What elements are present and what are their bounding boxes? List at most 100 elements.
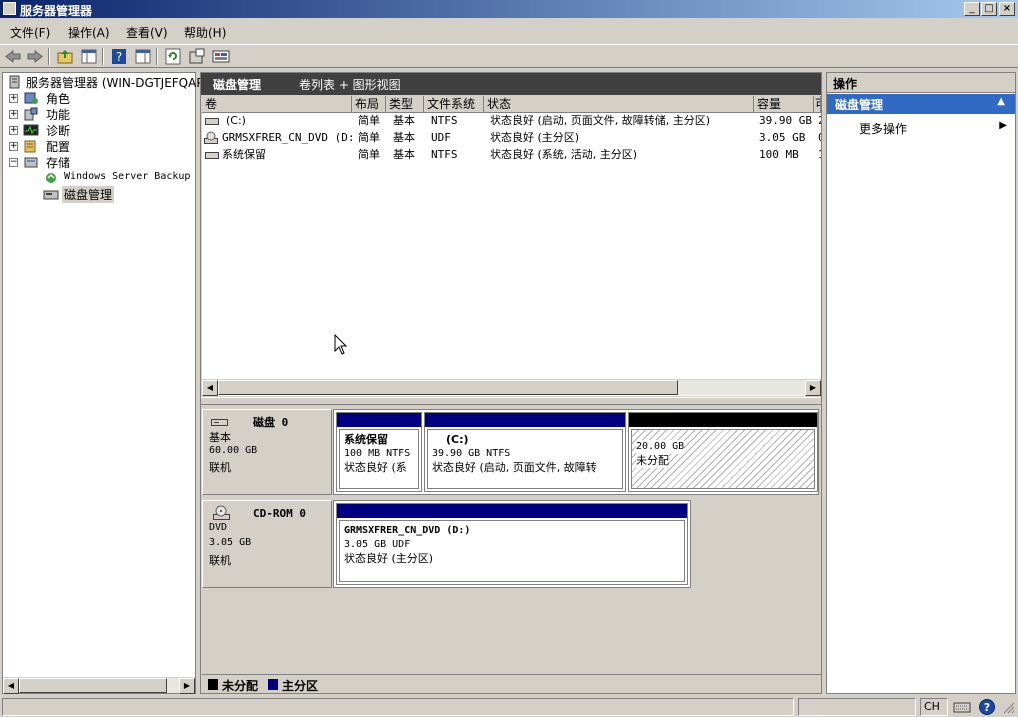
menu-help[interactable]: 帮助(H) (184, 24, 226, 41)
disk-settings-icon[interactable] (212, 48, 230, 65)
forward-arrow-icon[interactable] (26, 48, 44, 65)
primary-partition-swatch (268, 679, 278, 690)
features-icon (24, 107, 38, 121)
menu-file[interactable]: 文件(F) (10, 24, 50, 41)
tree-item-diagnostics[interactable]: + 诊断 (9, 122, 189, 138)
collapse-up-icon[interactable]: ▲ (997, 96, 1005, 107)
server-manager-icon (3, 2, 16, 15)
action-more-actions[interactable]: 更多操作 ▶ (827, 117, 1015, 137)
tree-item-disk-management[interactable]: 磁盘管理 (43, 186, 117, 203)
properties-pane-icon[interactable] (134, 48, 152, 65)
column-header-capacity[interactable]: 容量 (754, 96, 814, 113)
refresh-icon[interactable] (164, 48, 182, 65)
cell-capacity: 39.90 GB (759, 114, 812, 127)
partition-title: 系统保留 (344, 433, 388, 446)
mouse-cursor-icon (334, 334, 348, 355)
pane-header: 磁盘管理 卷列表 + 图形视图 (201, 73, 821, 95)
up-folder-icon[interactable] (56, 48, 74, 65)
disk-0-label[interactable]: 磁盘 0 基本 60.00 GB 联机 (202, 409, 332, 495)
cell-layout: 简单 (358, 148, 380, 161)
tree-item-label: 功能 (46, 108, 71, 122)
tree-item-features[interactable]: + 功能 (9, 106, 189, 122)
legend-primary: 主分区 (282, 679, 319, 693)
table-row[interactable]: 系统保留 简单 基本 NTFS 状态良好 (系统, 活动, 主分区) 100 M… (202, 147, 821, 164)
help-icon[interactable]: ? (110, 48, 128, 65)
server-icon (9, 75, 20, 89)
language-indicator[interactable]: CH (920, 698, 948, 716)
expand-icon[interactable]: + (9, 142, 18, 151)
pane-splitter[interactable] (201, 397, 821, 405)
partition-body: 20.00 GB 未分配 (631, 429, 815, 489)
action-label: 更多操作 (859, 122, 908, 136)
table-row[interactable]: GRMSXFRER_CN_DVD (D:) 简单 基本 UDF 状态良好 (主分… (202, 130, 821, 147)
volume-list-horizontal-scrollbar[interactable]: ◀ ▶ (202, 379, 821, 396)
partition-status: 状态良好 (系 (344, 461, 407, 474)
status-bar: CH ? (0, 697, 1018, 717)
help-icon[interactable]: ? (978, 698, 996, 716)
cell-filesystem: NTFS (431, 148, 458, 161)
cell-filesystem: UDF (431, 131, 451, 144)
cell-free: 1 (818, 147, 821, 163)
column-header-free[interactable]: 可 (814, 96, 821, 113)
tree-item-windows-server-backup[interactable]: Windows Server Backup (43, 170, 193, 186)
cdrom-0-label[interactable]: CD-ROM 0 DVD 3.05 GB 联机 (202, 500, 332, 588)
drive-icon (205, 118, 219, 125)
actions-pane: 操作 磁盘管理 ▲ 更多操作 ▶ (826, 72, 1016, 694)
scroll-thumb[interactable] (19, 678, 167, 693)
disk-size: 3.05 GB (209, 537, 252, 548)
tree-item-label: 磁盘管理 (62, 186, 115, 203)
primary-partition-bar (425, 413, 625, 427)
cell-volume: (C:) (226, 114, 246, 127)
minimize-button[interactable]: _ (964, 2, 980, 16)
cd-drive-icon (204, 131, 218, 144)
maximize-button[interactable]: □ (981, 2, 997, 16)
view-label: 卷列表 + 图形视图 (299, 78, 401, 92)
column-header-volume[interactable]: 卷 (202, 96, 352, 113)
expand-icon[interactable]: + (9, 94, 18, 103)
cell-type: 基本 (393, 148, 415, 161)
menu-action[interactable]: 操作(A) (68, 24, 110, 41)
partition-d[interactable]: GRMSXFRER_CN_DVD (D:) 3.05 GB UDF 状态良好 (… (336, 503, 688, 585)
collapse-icon[interactable]: − (9, 158, 18, 167)
scroll-right-icon[interactable]: ▶ (179, 678, 195, 694)
actions-section[interactable]: 磁盘管理 ▲ (827, 94, 1015, 114)
window-title: 服务器管理器 (20, 4, 93, 18)
console-tree-icon[interactable] (80, 48, 98, 65)
actions-title: 操作 (833, 77, 858, 91)
tree-item-configuration[interactable]: + 配置 (9, 138, 189, 154)
storage-icon (24, 157, 38, 168)
scroll-thumb[interactable] (218, 380, 678, 395)
column-header-filesystem[interactable]: 文件系统 (424, 96, 484, 113)
column-header-status[interactable]: 状态 (484, 96, 754, 113)
partition-size: 100 MB NTFS (344, 448, 411, 459)
scroll-right-icon[interactable]: ▶ (805, 380, 821, 396)
graphical-view: 磁盘 0 基本 60.00 GB 联机 系统保留 100 MB NTFS 状态良… (202, 406, 821, 674)
legend-unallocated: 未分配 (222, 679, 259, 693)
column-header-type[interactable]: 类型 (386, 96, 424, 113)
tree-item-roles[interactable]: + 角色 (9, 90, 189, 106)
tree-horizontal-scrollbar[interactable]: ◀ ▶ (3, 677, 195, 694)
table-row[interactable]: (C:) 简单 基本 NTFS 状态良好 (启动, 页面文件, 故障转储, 主分… (202, 113, 821, 130)
menu-view[interactable]: 查看(V) (126, 24, 168, 41)
expand-icon[interactable]: + (9, 126, 18, 135)
expand-icon[interactable]: + (9, 110, 18, 119)
scroll-left-icon[interactable]: ◀ (202, 380, 218, 396)
back-arrow-icon[interactable] (4, 48, 22, 65)
submenu-arrow-icon: ▶ (999, 120, 1007, 131)
tree-item-storage[interactable]: − 存储 (9, 154, 189, 170)
close-button[interactable]: × (999, 2, 1015, 16)
partition-c[interactable]: (C:) 39.90 GB NTFS 状态良好 (启动, 页面文件, 故障转 (424, 412, 626, 492)
unallocated-swatch (208, 679, 218, 690)
resize-grip-icon[interactable] (1000, 699, 1016, 715)
partition-unallocated[interactable]: 20.00 GB 未分配 (628, 412, 818, 492)
keyboard-icon[interactable] (952, 699, 972, 715)
title-bar: 服务器管理器 _ □ × (0, 0, 1018, 18)
partition-status: 状态良好 (启动, 页面文件, 故障转 (432, 461, 597, 474)
tree-item-label: 存储 (46, 156, 71, 170)
properties-icon[interactable] (188, 48, 206, 65)
scroll-left-icon[interactable]: ◀ (3, 678, 19, 694)
partition-status: 状态良好 (主分区) (344, 552, 434, 565)
partition-system-reserved[interactable]: 系统保留 100 MB NTFS 状态良好 (系 (336, 412, 422, 492)
disk-state: 联机 (209, 461, 231, 474)
column-header-layout[interactable]: 布局 (352, 96, 386, 113)
